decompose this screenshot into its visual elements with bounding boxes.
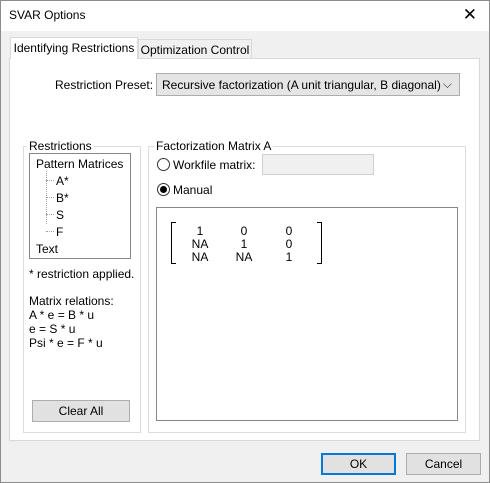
matrix-cell: 1 [240,237,248,251]
workfile-matrix-label: Workfile matrix: [173,158,256,172]
chevron-down-icon: ⌵ [442,77,452,91]
title-bar: SVAR Options ✕ [1,1,489,31]
tree-item-b[interactable]: B* [56,191,69,205]
matrix-left-bracket [171,222,176,264]
matrix-cell: 0 [285,237,293,251]
restrictions-tree: Pattern Matrices A* B* S F Text [29,153,131,259]
matrix-cell: 0 [240,224,248,238]
matrix-cell: NA [191,250,209,264]
tree-item-a[interactable]: A* [56,174,69,188]
matrix-relations-title: Matrix relations: [29,294,114,308]
close-icon[interactable]: ✕ [463,5,477,25]
matrix-editor[interactable]: 1 0 0 NA 1 0 NA NA 1 [156,207,458,421]
manual-radio[interactable] [157,183,170,196]
tab-identifying-restrictions[interactable]: Identifying Restrictions [10,37,138,59]
tree-connector [46,214,54,215]
restriction-preset-label: Restriction Preset: [55,78,154,92]
factorization-group-title: Factorization Matrix A [154,139,274,153]
tree-connector [46,231,54,232]
window-title: SVAR Options [9,8,86,22]
matrix-cell: 0 [285,224,293,238]
matrix-cell: 1 [196,224,204,238]
restriction-note: * restriction applied. [29,267,135,281]
tree-connector [46,180,54,181]
workfile-matrix-radio[interactable] [157,158,170,171]
matrix-relation: Psi * e = F * u [29,336,103,350]
matrix-cell: NA [235,250,253,264]
svar-options-dialog: SVAR Options ✕ Identifying Restrictions … [0,0,490,483]
tree-item-s[interactable]: S [56,208,64,222]
matrix-right-bracket [317,222,322,264]
matrix-cell: NA [191,237,209,251]
restriction-preset-dropdown[interactable]: Recursive factorization (A unit triangul… [156,73,460,96]
ok-button[interactable]: OK [321,453,396,475]
workfile-matrix-field[interactable] [262,154,374,175]
tree-item-f[interactable]: F [56,225,63,239]
manual-label: Manual [173,183,213,197]
tree-item-text[interactable]: Text [36,242,58,256]
cancel-button[interactable]: Cancel [406,453,481,475]
restriction-preset-value: Recursive factorization (A unit triangul… [162,78,441,92]
matrix-cell: 1 [285,250,293,264]
restrictions-group-title: Restrictions [27,139,94,153]
matrix-relation: A * e = B * u [29,308,95,322]
tree-connector [46,197,54,198]
tab-optimization-control[interactable]: Optimization Control [138,39,252,59]
matrix-relation: e = S * u [29,322,76,336]
clear-all-button[interactable]: Clear All [32,400,130,422]
tree-item-pattern-matrices[interactable]: Pattern Matrices [36,157,123,171]
